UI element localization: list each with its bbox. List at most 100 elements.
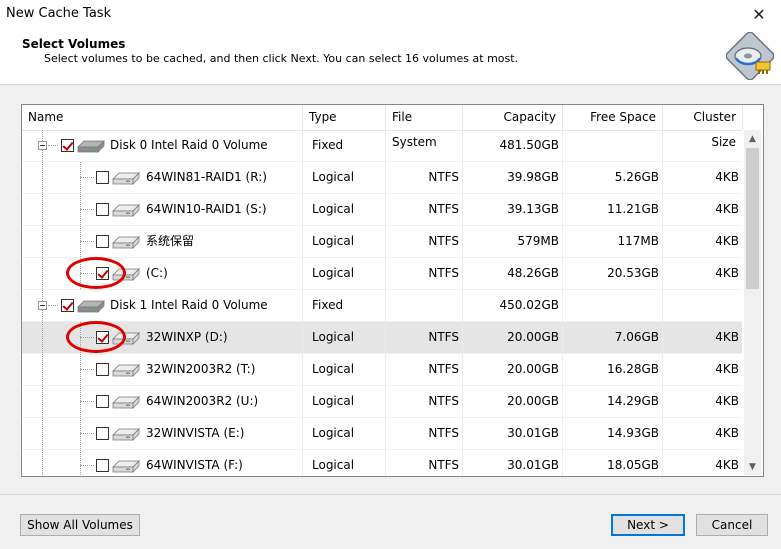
vertical-scrollbar[interactable]: ▲ ▼ [744,130,761,475]
volume-row[interactable]: 32WIN2003R2 (T:) Logical NTFS 20.00GB 16.28G… [22,354,742,386]
column-separator [386,130,463,161]
column-separator [563,354,663,385]
column-separator [463,194,563,225]
page-title: Select Volumes [22,37,126,51]
column-separator [386,194,463,225]
volume-row[interactable]: 32WINVISTA (E:) Logical NTFS 30.01GB 14.93GB… [22,418,742,450]
column-separator [22,194,303,225]
cluster-size-cell: 4KB [715,426,739,440]
column-separator [463,162,563,193]
column-separator [386,418,463,449]
volume-row[interactable]: 64WINVISTA (F:) Logical NTFS 30.01GB 18.05GB… [22,450,742,476]
scroll-thumb[interactable] [746,148,759,289]
column-separator [386,258,463,289]
column-separator [386,162,463,193]
column-separator [303,130,386,161]
column-separator [563,386,663,417]
cache-disk-logo-icon [726,32,774,80]
column-separator [563,162,663,193]
column-separator [22,162,303,193]
volume-row[interactable]: 64WIN2003R2 (U:) Logical NTFS 20.00GB 14.29G… [22,386,742,418]
cluster-size-cell: 4KB [715,394,739,408]
column-separator [463,386,563,417]
cluster-size-cell [663,130,739,161]
volume-tree-list[interactable]: Name Type File System Capacity Free Spac… [21,104,764,477]
column-separator [22,450,303,476]
cluster-size-cell [663,290,739,321]
column-separator [303,386,386,417]
column-separator [463,322,563,353]
column-separator [386,354,463,385]
column-cluster-size[interactable]: Cluster Size [663,105,743,149]
column-separator [22,354,303,385]
volume-row[interactable]: 64WIN81-RAID1 (R:) Logical NTFS 39.98GB 5.26… [22,162,742,194]
column-separator [463,130,563,161]
column-separator [563,450,663,476]
disk-row[interactable]: Disk 1 Intel Raid 0 Volume Fixed 450.02GB [22,290,742,322]
wizard-header: Select Volumes Select volumes to be cach… [0,28,781,85]
disk-row[interactable]: Disk 0 Intel Raid 0 Volume Fixed 481.50GB [22,130,742,162]
column-separator [22,290,303,321]
page-subtitle: Select volumes to be cached, and then cl… [44,52,519,65]
column-file-system[interactable]: File System [386,105,463,149]
column-separator [303,226,386,257]
cancel-button[interactable]: Cancel [696,514,768,536]
column-separator [463,450,563,476]
column-separator [463,258,563,289]
column-separator [386,290,463,321]
column-free-space[interactable]: Free Space [563,105,663,130]
column-separator [303,322,386,353]
column-separator [563,226,663,257]
column-separator [563,130,663,161]
column-separator [463,354,563,385]
scroll-down-icon[interactable]: ▼ [744,458,761,475]
column-separator [386,322,463,353]
column-separator [303,450,386,476]
cluster-size-cell: 4KB [715,458,739,472]
column-separator [563,418,663,449]
column-separator [22,258,303,289]
column-separator [303,354,386,385]
cluster-size-cell: 4KB [715,170,739,184]
wizard-footer: Show All Volumes Next > Cancel [0,494,781,549]
column-separator [303,194,386,225]
column-separator [563,194,663,225]
column-separator [563,290,663,321]
column-separator [22,418,303,449]
column-separator [463,418,563,449]
cluster-size-cell: 4KB [715,234,739,248]
close-icon[interactable]: ✕ [737,0,781,28]
column-type[interactable]: Type [303,105,386,130]
volume-row[interactable]: 系统保留 Logical NTFS 579MB 117MB 4KB [22,226,742,258]
column-separator [386,450,463,476]
cluster-size-cell: 4KB [715,330,739,344]
cluster-size-cell: 4KB [715,202,739,216]
column-separator [22,130,303,161]
column-separator [303,290,386,321]
volume-row[interactable]: 64WIN10-RAID1 (S:) Logical NTFS 39.13GB 11.2… [22,194,742,226]
column-name[interactable]: Name [22,105,303,130]
scroll-up-icon[interactable]: ▲ [744,130,761,147]
column-separator [386,386,463,417]
column-separator [22,322,303,353]
column-capacity[interactable]: Capacity [463,105,563,130]
cluster-size-cell: 4KB [715,266,739,280]
column-separator [303,258,386,289]
column-separator [22,386,303,417]
column-separator [463,290,563,321]
column-separator [563,258,663,289]
volume-row[interactable]: (C:) Logical NTFS 48.26GB 20.53GB 4KB [22,257,742,290]
column-header: Name Type File System Capacity Free Spac… [22,105,743,149]
column-separator [563,322,663,353]
column-separator [303,162,386,193]
volume-row[interactable]: 32WINXP (D:) Logical NTFS 20.00GB 7.06GB 4KB [22,321,742,354]
column-separator [22,226,303,257]
title-bar: New Cache Task ✕ [0,0,781,28]
next-button[interactable]: Next > [611,514,685,536]
column-separator [303,418,386,449]
cluster-size-cell: 4KB [715,362,739,376]
volume-rows: Disk 0 Intel Raid 0 Volume Fixed 481.50GB 6… [22,130,742,476]
column-separator [386,226,463,257]
window-title: New Cache Task [6,6,112,21]
show-all-volumes-button[interactable]: Show All Volumes [20,514,140,536]
